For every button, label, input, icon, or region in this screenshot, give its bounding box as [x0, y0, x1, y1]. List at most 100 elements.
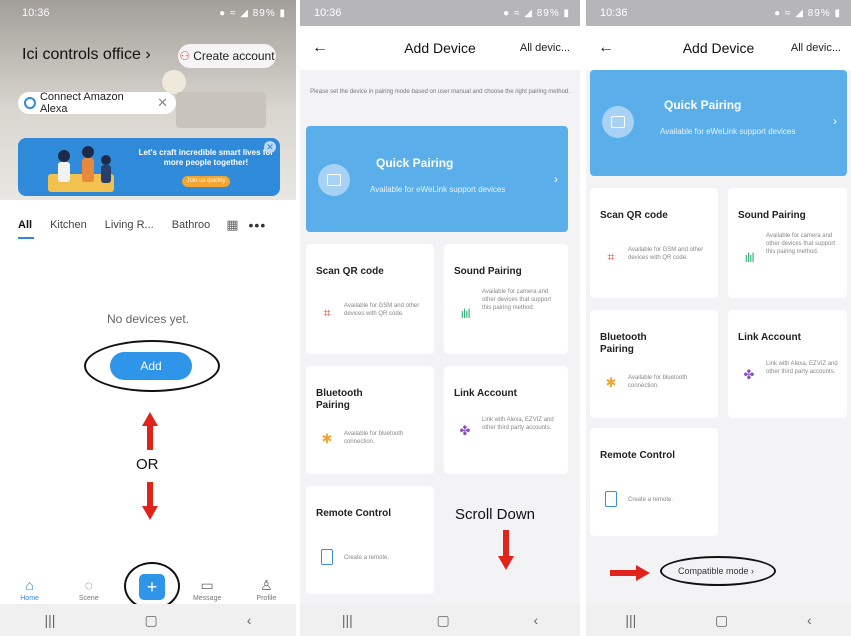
back-nav-icon[interactable]: ‹ — [807, 612, 812, 628]
empty-state-text: No devices yet. — [106, 312, 190, 326]
sound-pairing-title: Sound Pairing — [454, 266, 522, 277]
add-device-screen: 10:36 ● ≈ ◢ 89% ▮ ← Add Device All devic… — [300, 0, 580, 636]
banner-join-button[interactable]: Join us quickly — [182, 176, 230, 187]
recent-apps-icon[interactable]: ||| — [45, 612, 56, 628]
link-account-title: Link Account — [454, 388, 517, 399]
annotation-arrow-down-icon — [498, 530, 514, 570]
tab-home[interactable]: ⌂ Home — [5, 577, 55, 602]
bluetooth-pairing-title: Bluetooth Pairing — [316, 388, 363, 411]
chevron-right-icon: › — [833, 114, 837, 128]
back-nav-icon[interactable]: ‹ — [247, 612, 252, 628]
tab-message[interactable]: ▭ Message — [182, 577, 232, 602]
message-icon: ▭ — [200, 577, 214, 593]
link-account-card[interactable]: Link Account ✤ Link with Alexa, EZVIZ an… — [444, 366, 568, 474]
tab-profile[interactable]: ♙ Profile — [241, 577, 291, 602]
home-icon: ⌂ — [25, 577, 34, 593]
status-bar: 10:36 ● ≈ ◢ 89% ▮ — [586, 0, 851, 26]
room-tab-kitchen[interactable]: Kitchen — [50, 219, 87, 231]
home-nav-icon[interactable]: ▢ — [437, 612, 450, 629]
remote-control-title: Remote Control — [600, 450, 675, 461]
back-nav-icon[interactable]: ‹ — [533, 612, 538, 628]
shelf-decoration — [176, 92, 266, 128]
quick-pairing-icon — [318, 164, 350, 196]
home-nav-icon[interactable]: ▢ — [144, 612, 157, 629]
link-account-card[interactable]: Link Account ✤ Link with Alexa, EZVIZ an… — [728, 310, 847, 418]
qr-scan-icon: ⌗ — [323, 305, 331, 320]
scan-qr-desc: Available for GSM and other devices with… — [628, 247, 704, 261]
add-device-scrolled-screen: 10:36 ● ≈ ◢ 89% ▮ ← Add Device All devic… — [586, 0, 851, 636]
bluetooth-pairing-title: Bluetooth Pairing — [600, 332, 647, 355]
quick-pairing-card[interactable]: Quick Pairing Available for eWeLink supp… — [590, 70, 847, 176]
tab-scene-label: Scene — [78, 595, 99, 602]
scan-qr-title: Scan QR code — [600, 210, 668, 221]
sound-wave-icon: ılıl — [744, 249, 755, 265]
remote-control-desc: Create a remote. — [628, 497, 674, 503]
create-account-button[interactable]: ⚇ Create account — [178, 44, 276, 68]
bluetooth-icon: ✱ — [321, 431, 333, 446]
android-nav-bar: ||| ▢ ‹ — [300, 604, 580, 636]
scan-qr-desc: Available for GSM and other devices with… — [344, 303, 420, 317]
annotation-arrow-up-icon — [142, 412, 158, 450]
alexa-label: Connect Amazon Alexa — [39, 91, 124, 115]
status-bar: 10:36 ● ≈ ◢ 89% ▮ — [0, 0, 296, 26]
quick-pairing-icon — [602, 106, 634, 138]
lamp-decoration — [162, 70, 186, 94]
link-account-title: Link Account — [738, 332, 801, 343]
room-tab-living-room[interactable]: Living R... — [105, 219, 154, 231]
status-battery: ● ≈ ◢ 89% ▮ — [503, 7, 570, 19]
scene-icon: ◌ — [84, 577, 93, 593]
create-account-label: Create account — [193, 49, 275, 63]
annotation-ellipse-plus — [124, 562, 180, 610]
profile-icon: ♙ — [260, 577, 273, 593]
remote-icon — [602, 490, 620, 508]
recent-apps-icon[interactable]: ||| — [625, 612, 636, 628]
link-account-desc: Link with Alexa, EZVIZ and other third p… — [766, 361, 838, 375]
top-bar: ← Add Device All devic... — [300, 26, 580, 70]
sound-pairing-card[interactable]: Sound Pairing ılıl Available for camera … — [728, 188, 847, 298]
remote-icon — [318, 548, 336, 566]
chevron-right-icon: › — [554, 172, 558, 186]
all-devices-link[interactable]: All devic... — [520, 42, 570, 54]
scan-qr-title: Scan QR code — [316, 266, 384, 277]
promo-banner[interactable]: Let's craft incredible smart lives for m… — [18, 138, 280, 196]
grid-icon[interactable]: ▦ — [226, 217, 238, 233]
quick-pairing-subtitle: Available for eWeLink support devices — [370, 185, 506, 194]
bluetooth-pairing-card[interactable]: Bluetooth Pairing ✱ Available for blueto… — [306, 366, 434, 474]
sound-wave-icon: ılıl — [460, 305, 471, 321]
remote-control-desc: Create a remote. — [344, 555, 390, 561]
recent-apps-icon[interactable]: ||| — [342, 612, 353, 628]
quick-pairing-card[interactable]: Quick Pairing Available for eWeLink supp… — [306, 126, 568, 232]
bluetooth-pairing-card[interactable]: Bluetooth Pairing ✱ Available for blueto… — [590, 310, 718, 418]
top-bar: ← Add Device All devic... — [586, 26, 851, 70]
room-tab-all[interactable]: All — [18, 219, 35, 239]
pairing-hint-text: Please set the device in pairing mode ba… — [310, 89, 570, 95]
link-account-icon: ✤ — [743, 367, 755, 382]
annotation-arrow-down-icon — [142, 482, 158, 520]
tab-profile-label: Profile — [256, 595, 277, 602]
all-devices-link[interactable]: All devic... — [791, 42, 841, 54]
banner-close-icon[interactable]: ✕ — [264, 141, 276, 153]
status-battery: ● ≈ ◢ 89% ▮ — [774, 7, 841, 19]
home-screen: 10:36 ● ≈ ◢ 89% ▮ Ici controls office › … — [0, 0, 296, 636]
quick-pairing-title: Quick Pairing — [376, 156, 454, 170]
tab-scene[interactable]: ◌ Scene — [64, 577, 114, 602]
bluetooth-pairing-desc: Available for bluetooth connection. — [344, 431, 404, 445]
sound-pairing-card[interactable]: Sound Pairing ılıl Available for camera … — [444, 244, 568, 354]
annotation-arrow-right-icon — [610, 565, 650, 581]
quick-pairing-subtitle: Available for eWeLink support devices — [660, 127, 796, 136]
home-nav-icon[interactable]: ▢ — [715, 612, 728, 629]
close-icon[interactable]: ✕ — [157, 95, 168, 111]
quick-pairing-title: Quick Pairing — [664, 98, 742, 112]
connect-alexa-chip[interactable]: Connect Amazon Alexa ✕ — [18, 91, 176, 115]
remote-control-title: Remote Control — [316, 508, 391, 519]
home-title[interactable]: Ici controls office › — [22, 46, 151, 64]
remote-control-card[interactable]: Remote Control Create a remote. — [306, 486, 434, 594]
scan-qr-card[interactable]: Scan QR code ⌗ Available for GSM and oth… — [590, 188, 718, 298]
remote-control-card[interactable]: Remote Control Create a remote. — [590, 428, 718, 536]
room-tab-bathroom[interactable]: Bathroo — [172, 219, 211, 231]
sound-pairing-desc: Available for camera and other devices t… — [766, 233, 836, 255]
room-tabs: All Kitchen Living R... Bathroo ▦ ••• — [0, 210, 296, 240]
link-account-desc: Link with Alexa, EZVIZ and other third p… — [482, 417, 554, 431]
more-icon[interactable]: ••• — [249, 217, 267, 233]
scan-qr-card[interactable]: Scan QR code ⌗ Available for GSM and oth… — [306, 244, 434, 354]
